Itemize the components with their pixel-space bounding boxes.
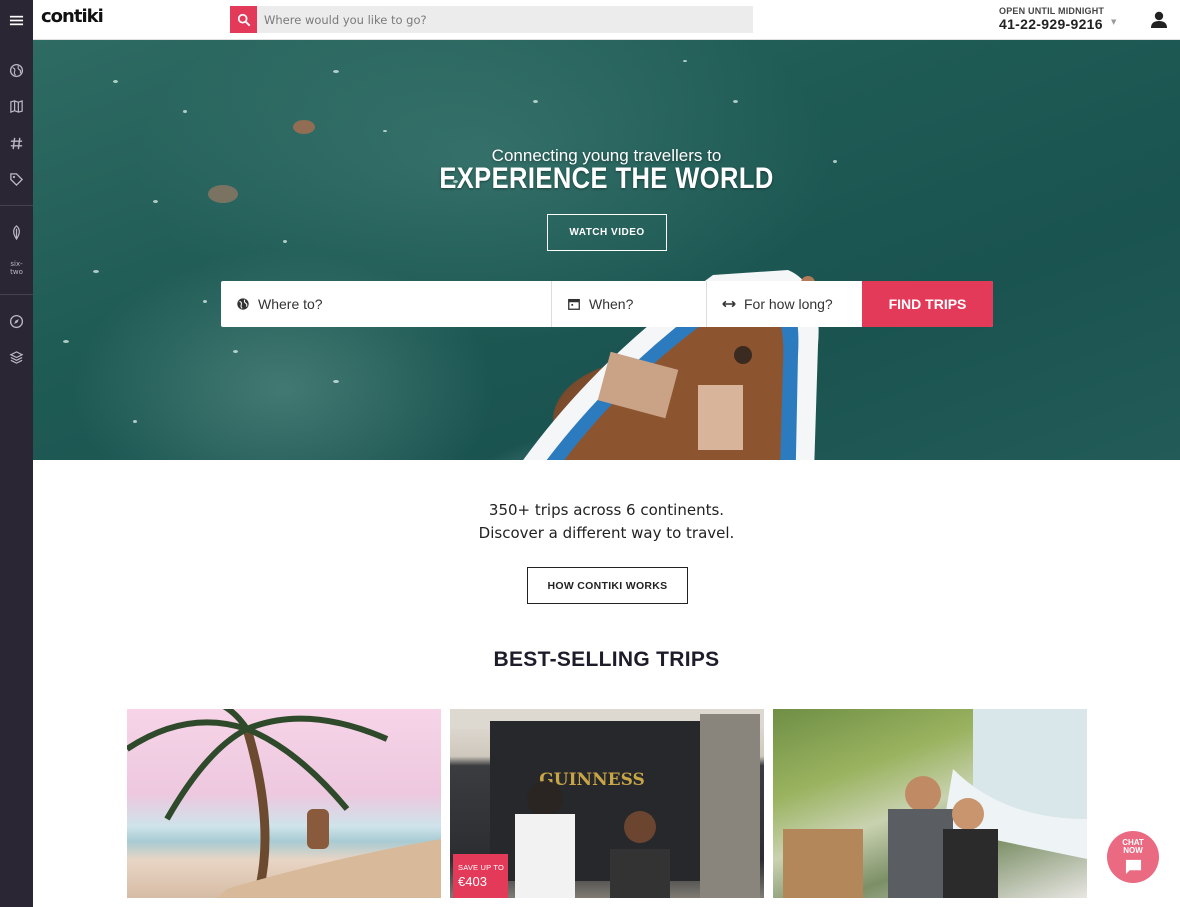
when-placeholder: When? bbox=[589, 296, 634, 312]
top-header: contiki OPEN UNTIL MIDNIGHT 41-22-929-92… bbox=[33, 0, 1180, 40]
compass-icon[interactable] bbox=[0, 305, 33, 337]
best-selling-title: BEST-SELLING TRIPS bbox=[493, 648, 720, 671]
palm-tree-image bbox=[127, 709, 441, 898]
calendar-icon bbox=[568, 298, 580, 310]
trip-search-bar: Where to? When? For how long? FIND TRIPS bbox=[221, 281, 993, 327]
when-field[interactable]: When? bbox=[552, 281, 707, 327]
opening-hours[interactable]: OPEN UNTIL MIDNIGHT 41-22-929-9216 ▼ bbox=[999, 6, 1116, 32]
sixtwo-icon[interactable]: six-two bbox=[0, 252, 33, 284]
hours-label: OPEN UNTIL MIDNIGHT bbox=[999, 6, 1105, 16]
globe-icon[interactable] bbox=[0, 54, 33, 86]
find-trips-button[interactable]: FIND TRIPS bbox=[862, 281, 993, 327]
contiki-logo[interactable]: contiki bbox=[41, 6, 104, 27]
save-badge: SAVE UP TO €403 bbox=[453, 854, 508, 898]
intro-line-2: Discover a different way to travel. bbox=[478, 524, 735, 542]
intro-line-1: 350+ trips across 6 continents. bbox=[488, 501, 725, 519]
duration-placeholder: For how long? bbox=[744, 296, 833, 312]
duration-field[interactable]: For how long? bbox=[707, 281, 862, 327]
user-icon bbox=[1151, 11, 1167, 28]
chat-bubble-icon bbox=[1125, 859, 1141, 875]
sidebar-divider bbox=[0, 294, 33, 295]
watch-video-button[interactable]: WATCH VIDEO bbox=[547, 214, 667, 251]
hero-banner: Connecting young travellers to EXPERIENC… bbox=[33, 40, 1180, 460]
hashtag-icon[interactable] bbox=[0, 127, 33, 159]
badge-label: SAVE UP TO bbox=[458, 863, 505, 872]
menu-icon[interactable] bbox=[0, 4, 33, 36]
trip-card[interactable] bbox=[773, 709, 1087, 898]
layers-icon[interactable] bbox=[0, 341, 33, 373]
where-placeholder: Where to? bbox=[258, 296, 323, 312]
how-contiki-works-button[interactable]: HOW CONTIKI WORKS bbox=[527, 567, 688, 604]
arrows-horizontal-icon bbox=[722, 300, 736, 308]
waterfall-selfie-image bbox=[783, 709, 1087, 898]
sixtwo-label: six-two bbox=[10, 260, 23, 276]
globe-icon bbox=[237, 298, 249, 310]
where-field[interactable]: Where to? bbox=[221, 281, 552, 327]
sidebar: six-two bbox=[0, 0, 33, 907]
search-button[interactable] bbox=[230, 6, 257, 33]
search-icon bbox=[237, 13, 250, 26]
hero-title: EXPERIENCE THE WORLD bbox=[439, 162, 774, 195]
phone-number[interactable]: 41-22-929-9216 bbox=[999, 16, 1104, 32]
chat-now-button[interactable]: CHAT NOW bbox=[1107, 831, 1159, 883]
tag-icon[interactable] bbox=[0, 163, 33, 195]
trip-card[interactable] bbox=[127, 709, 441, 898]
chat-label-2: NOW bbox=[1123, 846, 1143, 855]
search-input[interactable] bbox=[257, 6, 753, 33]
sidebar-divider bbox=[0, 205, 33, 206]
map-icon[interactable] bbox=[0, 90, 33, 122]
user-account-button[interactable] bbox=[1148, 9, 1170, 31]
global-search bbox=[230, 6, 753, 33]
badge-price: €403 bbox=[458, 874, 487, 889]
intro-text: 350+ trips across 6 continents. Discover… bbox=[33, 499, 1180, 545]
chevron-down-icon[interactable]: ▼ bbox=[1111, 18, 1116, 26]
leaf-icon[interactable] bbox=[0, 216, 33, 248]
trip-card[interactable]: GUINNESS SAVE UP TO €403 bbox=[450, 709, 764, 898]
